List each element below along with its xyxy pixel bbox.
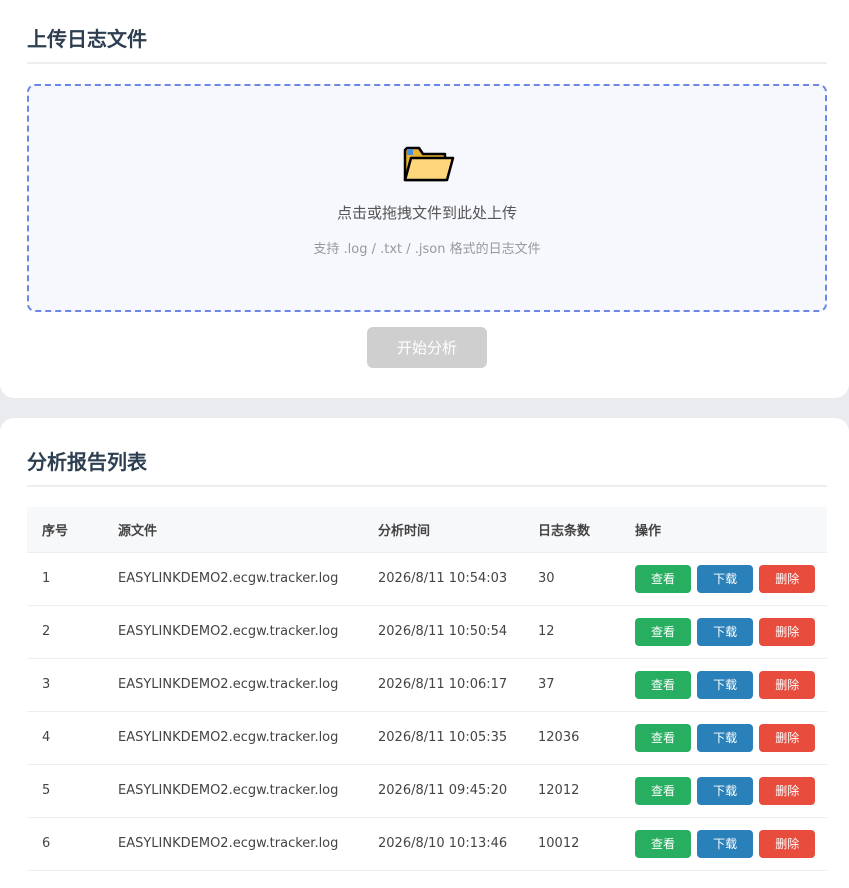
table-row: 4 EASYLINKDEMO2.ecgw.tracker.log 2026/8/… [27, 711, 827, 765]
delete-button[interactable]: 删除 [759, 617, 816, 646]
view-button[interactable]: 查看 [635, 617, 691, 646]
table-row: 3 EASYLINKDEMO2.ecgw.tracker.log 2026/8/… [27, 658, 827, 712]
column-header-analysis-time: 分析时间 [378, 507, 538, 553]
cell-analysis-time: 2026/8/11 10:05:35 [378, 711, 538, 765]
column-header-actions: 操作 [630, 507, 827, 553]
download-button[interactable]: 下载 [697, 617, 754, 646]
delete-button[interactable]: 删除 [759, 670, 816, 699]
delete-button[interactable]: 删除 [759, 723, 816, 752]
download-button[interactable]: 下载 [697, 829, 754, 858]
cell-analysis-time: 2026/8/11 10:54:03 [378, 552, 538, 606]
view-button[interactable]: 查看 [635, 829, 691, 858]
cell-analysis-time: 2026/8/10 10:13:46 [378, 817, 538, 871]
cell-actions: 查看 下载 删除 [630, 817, 827, 871]
cell-index: 6 [27, 817, 118, 871]
folder-icon [403, 146, 455, 182]
upload-card: 上传日志文件 点击或拖拽文件到此处上传 支持 .log / .txt / .js… [0, 0, 849, 398]
cell-source-file: EASYLINKDEMO2.ecgw.tracker.log [118, 658, 378, 712]
table-row: 2 EASYLINKDEMO2.ecgw.tracker.log 2026/8/… [27, 605, 827, 659]
cell-source-file: EASYLINKDEMO2.ecgw.tracker.log [118, 711, 378, 765]
download-button[interactable]: 下载 [697, 723, 754, 752]
column-header-source-file: 源文件 [118, 507, 378, 553]
delete-button[interactable]: 删除 [759, 776, 816, 805]
column-header-log-count: 日志条数 [538, 507, 630, 553]
cell-source-file: EASYLINKDEMO2.ecgw.tracker.log [118, 605, 378, 659]
column-header-index: 序号 [27, 507, 118, 553]
file-dropzone[interactable]: 点击或拖拽文件到此处上传 支持 .log / .txt / .json 格式的日… [27, 84, 827, 312]
cell-index: 1 [27, 552, 118, 606]
view-button[interactable]: 查看 [635, 723, 691, 752]
cell-analysis-time: 2026/8/11 10:06:17 [378, 658, 538, 712]
cell-log-count: 12012 [538, 764, 630, 818]
reports-card: 分析报告列表 序号 源文件 分析时间 日志条数 操作 1 EASYLINKDEM… [0, 418, 849, 888]
download-button[interactable]: 下载 [697, 564, 754, 593]
cell-log-count: 37 [538, 658, 630, 712]
dropzone-hint-text: 支持 .log / .txt / .json 格式的日志文件 [313, 242, 541, 257]
table-row: 6 EASYLINKDEMO2.ecgw.tracker.log 2026/8/… [27, 817, 827, 871]
cell-source-file: EASYLINKDEMO2.ecgw.tracker.log [118, 764, 378, 818]
cell-analysis-time: 2026/8/11 10:50:54 [378, 605, 538, 659]
cell-actions: 查看 下载 删除 [630, 711, 827, 765]
dropzone-main-text: 点击或拖拽文件到此处上传 [336, 204, 517, 222]
start-analysis-button[interactable]: 开始分析 [367, 327, 487, 368]
cell-index: 4 [27, 711, 118, 765]
cell-actions: 查看 下载 删除 [630, 658, 827, 712]
reports-section-title: 分析报告列表 [27, 449, 827, 487]
cell-index: 5 [27, 764, 118, 818]
cell-index: 2 [27, 605, 118, 659]
table-row: 5 EASYLINKDEMO2.ecgw.tracker.log 2026/8/… [27, 764, 827, 818]
report-table: 序号 源文件 分析时间 日志条数 操作 1 EASYLINKDEMO2.ecgw… [27, 507, 827, 871]
cell-index: 3 [27, 658, 118, 712]
cell-actions: 查看 下载 删除 [630, 605, 827, 659]
cell-log-count: 10012 [538, 817, 630, 871]
cell-actions: 查看 下载 删除 [630, 552, 827, 606]
cell-source-file: EASYLINKDEMO2.ecgw.tracker.log [118, 817, 378, 871]
cell-actions: 查看 下载 删除 [630, 764, 827, 818]
cell-analysis-time: 2026/8/11 09:45:20 [378, 764, 538, 818]
delete-button[interactable]: 删除 [759, 564, 816, 593]
table-row: 1 EASYLINKDEMO2.ecgw.tracker.log 2026/8/… [27, 552, 827, 606]
download-button[interactable]: 下载 [697, 670, 754, 699]
cell-source-file: EASYLINKDEMO2.ecgw.tracker.log [118, 552, 378, 606]
cell-log-count: 12036 [538, 711, 630, 765]
delete-button[interactable]: 删除 [759, 829, 816, 858]
view-button[interactable]: 查看 [635, 776, 691, 805]
view-button[interactable]: 查看 [635, 670, 691, 699]
upload-section-title: 上传日志文件 [27, 26, 827, 64]
download-button[interactable]: 下载 [697, 776, 754, 805]
cell-log-count: 12 [538, 605, 630, 659]
cell-log-count: 30 [538, 552, 630, 606]
view-button[interactable]: 查看 [635, 564, 691, 593]
table-header-row: 序号 源文件 分析时间 日志条数 操作 [27, 507, 827, 553]
